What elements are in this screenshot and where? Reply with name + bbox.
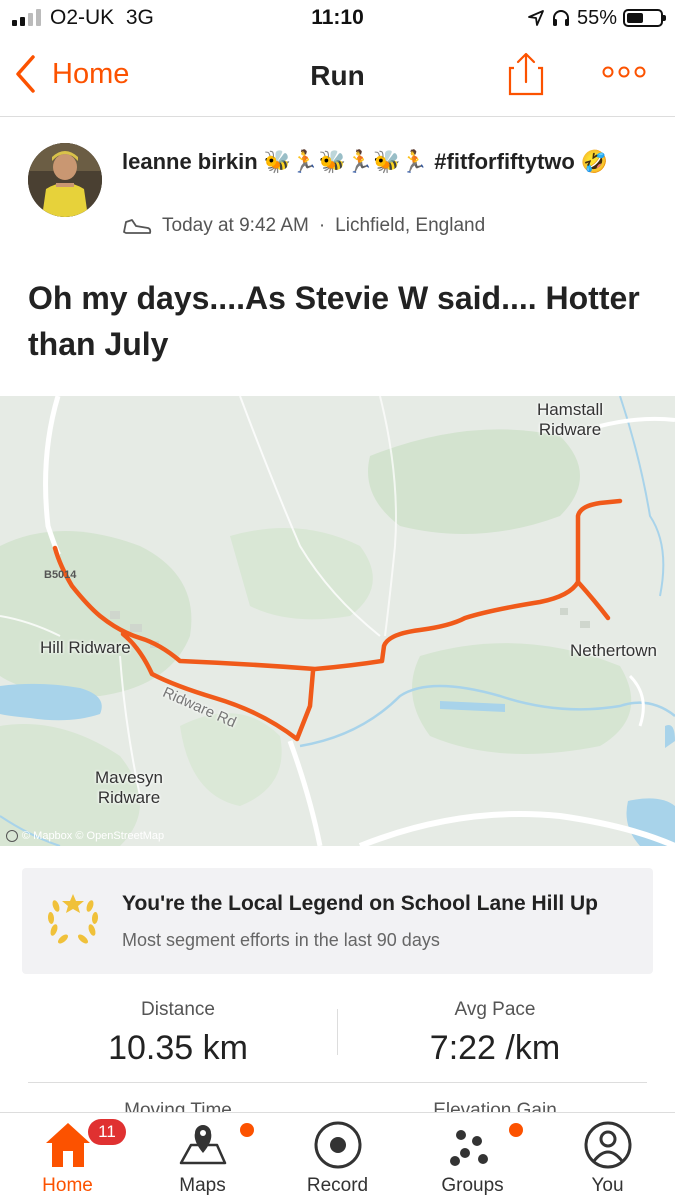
map-label-mavesyn: Mavesyn Ridware (94, 768, 164, 807)
legend-title: You're the Local Legend on School Lane H… (122, 892, 598, 915)
groups-icon (450, 1130, 488, 1166)
activity-location: Lichfield, England (335, 215, 486, 236)
battery-fill (627, 13, 644, 23)
page-title: Run (310, 60, 365, 91)
tab-home-label: Home (42, 1175, 93, 1196)
battery-percent: 55% (576, 6, 617, 29)
tab-bar: 11 Home Maps Record Groups You (0, 1112, 675, 1201)
map-attribution[interactable]: © Mapbox © OpenStreetMap (6, 830, 164, 842)
maps-notification-dot (240, 1123, 254, 1137)
record-icon (314, 1121, 362, 1169)
tab-home[interactable]: 11 Home (0, 1113, 135, 1201)
laurel-icon (47, 894, 99, 944)
tab-maps-label: Maps (179, 1175, 226, 1196)
road-badge-b5014: B5014 (44, 569, 77, 581)
map-label-hamstall: Hamstall Ridware (536, 400, 604, 439)
mapbox-logo-icon (6, 830, 18, 842)
groups-notification-dot (509, 1123, 523, 1137)
meta-separator: · (318, 215, 326, 236)
tab-groups[interactable]: Groups (405, 1113, 540, 1201)
headphones-icon (552, 10, 569, 26)
location-arrow-icon (528, 10, 544, 26)
shoe-icon (123, 219, 152, 234)
pace-value: 7:22 /km (429, 1029, 561, 1067)
battery-icon (623, 9, 666, 27)
local-legend-card[interactable]: You're the Local Legend on School Lane H… (22, 868, 653, 974)
tab-record-label: Record (306, 1175, 369, 1196)
stat-distance: Distance 10.35 km (28, 995, 328, 1068)
map-label-hill-ridware: Hill Ridware (40, 638, 131, 657)
map-icon (179, 1125, 227, 1165)
stats-divider (28, 1082, 647, 1083)
activity-stats: Distance 10.35 km Avg Pace 7:22 /km (0, 995, 675, 1085)
nav-bar: Home Run (0, 38, 675, 117)
activity-timestamp: Today at 9:42 AM (162, 215, 309, 236)
activity-meta: Today at 9:42 AM · Lichfield, England (122, 215, 485, 237)
profile-icon (584, 1121, 632, 1169)
share-icon[interactable] (508, 52, 544, 96)
activity-title: Oh my days....As Stevie W said.... Hotte… (28, 280, 640, 362)
stat-divider (337, 1009, 338, 1055)
map-label-nethertown: Nethertown (570, 641, 657, 660)
more-options-icon[interactable] (602, 64, 646, 80)
avatar-image (28, 143, 102, 217)
avatar[interactable] (28, 143, 102, 217)
pace-label: Avg Pace (454, 999, 536, 1020)
tab-maps[interactable]: Maps (135, 1113, 270, 1201)
tab-you[interactable]: You (540, 1113, 675, 1201)
athlete-name[interactable]: leanne birkin 🐝🏃🐝🏃🐝🏃 #fitforfiftytwo 🤣 (122, 147, 652, 177)
status-right: 55% (527, 4, 666, 32)
distance-value: 10.35 km (108, 1029, 248, 1067)
status-bar: O2-UK 3G 11:10 55% (0, 0, 675, 38)
stat-pace: Avg Pace 7:22 /km (345, 995, 645, 1068)
home-icon (46, 1123, 90, 1167)
tab-record[interactable]: Record (270, 1113, 405, 1201)
tab-you-label: You (591, 1175, 624, 1196)
attribution-text: © Mapbox © OpenStreetMap (22, 830, 165, 842)
legend-subtitle: Most segment efforts in the last 90 days (122, 930, 440, 950)
distance-label: Distance (141, 999, 215, 1020)
tab-groups-label: Groups (441, 1175, 504, 1196)
route-map[interactable]: Hamstall Ridware Hill Ridware Nethertown… (0, 396, 675, 846)
home-badge: 11 (88, 1119, 126, 1145)
